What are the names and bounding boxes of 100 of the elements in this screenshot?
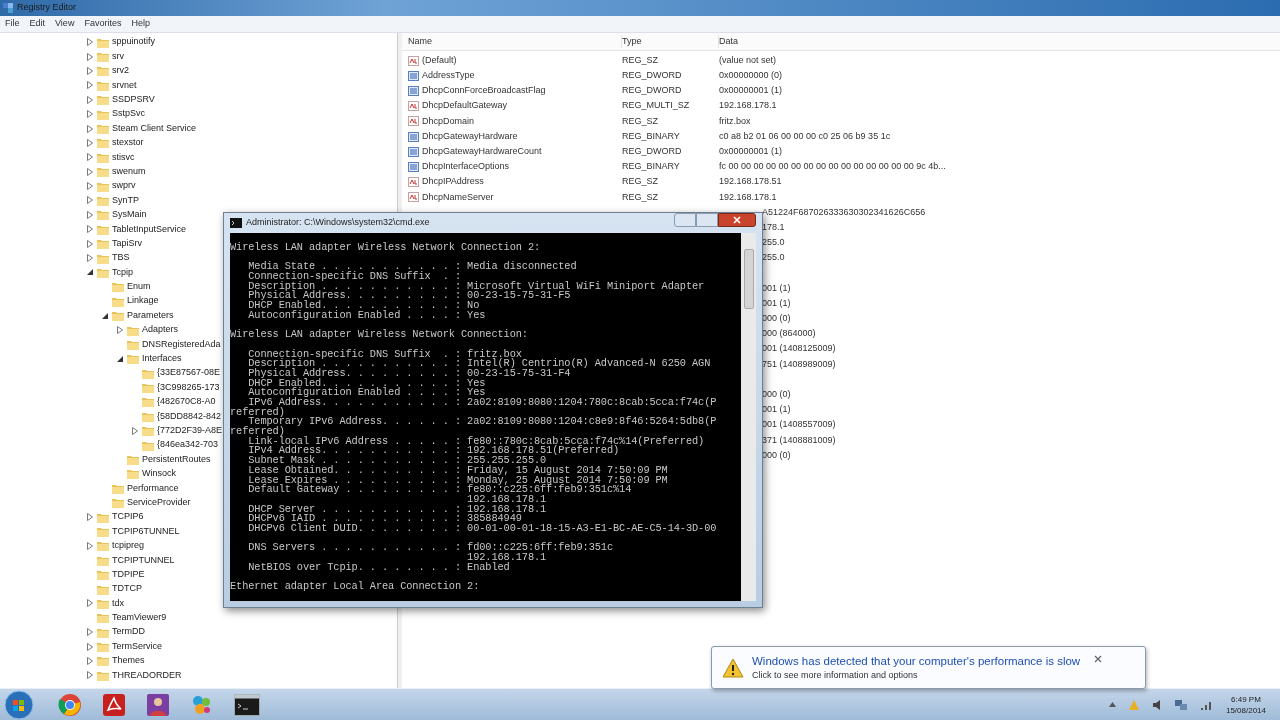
tree-item[interactable]: {846ea342-703: [157, 438, 219, 452]
tree-item[interactable]: TermDD: [112, 625, 145, 639]
expand-arrow-icon[interactable]: [86, 671, 94, 680]
tree-item[interactable]: SysMain: [112, 208, 147, 222]
expand-arrow-icon[interactable]: [131, 426, 139, 435]
expand-arrow-icon[interactable]: [86, 124, 94, 133]
expand-arrow-icon[interactable]: [86, 110, 94, 119]
menu-item[interactable]: View: [55, 17, 75, 31]
tree-item[interactable]: Linkage: [127, 294, 159, 308]
value-name[interactable]: DhcpGatewayHardwareCount: [422, 144, 542, 159]
tree-item[interactable]: Enum: [127, 280, 151, 294]
value-name[interactable]: (Default): [422, 53, 457, 68]
tree-item[interactable]: swenum: [112, 164, 146, 179]
tree-item[interactable]: TCPIPTUNNEL: [112, 553, 175, 567]
expand-arrow-icon[interactable]: [86, 66, 94, 75]
tree-item[interactable]: Tcpip: [112, 265, 133, 280]
tree-item[interactable]: SSDPSRV: [112, 93, 155, 107]
expand-arrow-icon[interactable]: [86, 182, 94, 191]
expand-arrow-icon[interactable]: [116, 326, 124, 334]
expand-arrow-icon[interactable]: [86, 52, 94, 61]
command-prompt-icon[interactable]: [234, 693, 260, 716]
speaker-icon[interactable]: [1151, 698, 1162, 711]
tree-item[interactable]: PersistentRoutes: [142, 452, 211, 467]
expand-arrow-icon[interactable]: [86, 196, 94, 205]
expand-arrow-icon[interactable]: [86, 210, 94, 219]
tree-item[interactable]: TDTCP: [112, 582, 142, 596]
close-icon[interactable]: [1094, 655, 1103, 663]
collapse-arrow-icon[interactable]: [101, 311, 109, 320]
tree-item[interactable]: srv2: [112, 64, 129, 78]
expand-arrow-icon[interactable]: [86, 38, 94, 47]
menu-item[interactable]: Help: [131, 17, 150, 31]
tree-item[interactable]: Interfaces: [142, 352, 182, 366]
menu-item[interactable]: Edit: [29, 17, 46, 31]
tree-item[interactable]: {482670C8-A0: [157, 395, 216, 409]
collapse-arrow-icon[interactable]: [86, 268, 94, 277]
tree-item[interactable]: TeamViewer9: [112, 611, 167, 625]
tree-item[interactable]: {772D2F39-A8E: [157, 424, 223, 438]
close-button[interactable]: [718, 213, 756, 227]
tree-item[interactable]: TapiSrv: [112, 236, 142, 251]
tree-item[interactable]: TCPIP6TUNNEL: [112, 524, 180, 539]
expand-arrow-icon[interactable]: [86, 239, 94, 248]
menu-item[interactable]: File: [5, 17, 20, 31]
notification-balloon[interactable]: Windows has detected that your computer's performance is slow Click to see more information and options: [711, 646, 1146, 689]
browser-icon[interactable]: [58, 692, 82, 717]
expand-arrow-icon[interactable]: [86, 138, 94, 147]
tree-item[interactable]: SynTP: [112, 193, 139, 208]
tree-item[interactable]: {3C998265-173: [157, 380, 220, 395]
clock[interactable]: 6:49 PM 15/08/2014: [1225, 693, 1266, 716]
value-name[interactable]: DhcpIPAddress: [422, 175, 484, 189]
tree-item[interactable]: Parameters: [127, 308, 174, 323]
value-name[interactable]: DhcpGatewayHardware: [422, 129, 518, 144]
tree-item[interactable]: ServiceProvider: [127, 495, 191, 510]
expand-arrow-icon[interactable]: [86, 225, 94, 234]
network-icon[interactable]: [1173, 698, 1188, 711]
show-hidden-icons-icon[interactable]: [1108, 702, 1116, 707]
tree-item[interactable]: {58DD8842-842: [157, 409, 222, 424]
expand-arrow-icon[interactable]: [86, 153, 94, 162]
expand-arrow-icon[interactable]: [86, 628, 94, 637]
tree-item[interactable]: SstpSvc: [112, 107, 145, 121]
value-name[interactable]: AddressType: [422, 69, 475, 83]
value-name[interactable]: DhcpConnForceBroadcastFlag: [422, 84, 546, 98]
collapse-arrow-icon[interactable]: [116, 354, 124, 363]
value-name[interactable]: DhcpInterfaceOptions: [422, 160, 510, 174]
tree-item[interactable]: TBS: [112, 251, 130, 265]
start-button[interactable]: [4, 689, 34, 720]
tree-item[interactable]: DNSRegisteredAda: [142, 337, 221, 352]
tree-item[interactable]: Adapters: [142, 323, 179, 337]
tree-item[interactable]: stisvc: [112, 150, 135, 165]
value-name[interactable]: DhcpNameServer: [422, 190, 494, 205]
column-heading[interactable]: Data: [718, 34, 958, 49]
tree-item[interactable]: {33E87567-08E: [157, 366, 221, 380]
menu-item[interactable]: Favorites: [84, 17, 122, 31]
tree-item[interactable]: stexstor: [112, 136, 144, 150]
person-icon[interactable]: [146, 692, 170, 717]
column-heading[interactable]: Name: [402, 34, 622, 49]
tree-item[interactable]: Winsock: [142, 467, 176, 481]
column-heading[interactable]: Type: [621, 34, 718, 49]
tree-item[interactable]: sppuinotify: [112, 35, 156, 49]
tree-item[interactable]: tdx: [112, 596, 124, 611]
scrollbar[interactable]: [741, 233, 756, 601]
tree-item[interactable]: THREADORDER: [112, 668, 182, 683]
value-name[interactable]: DhcpDefaultGateway: [422, 99, 508, 113]
tree-item[interactable]: tcpipreg: [112, 539, 145, 553]
tree-item[interactable]: srv: [112, 49, 124, 64]
maximize-button[interactable]: [696, 213, 718, 227]
tree-item[interactable]: srvnet: [112, 78, 137, 93]
expand-arrow-icon[interactable]: [86, 657, 94, 665]
tree-item[interactable]: TCPIP6: [112, 510, 144, 524]
expand-arrow-icon[interactable]: [86, 642, 94, 651]
value-name[interactable]: DhcpDomain: [422, 114, 475, 129]
expand-arrow-icon[interactable]: [86, 599, 94, 608]
tree-item[interactable]: Performance: [127, 481, 179, 496]
expand-arrow-icon[interactable]: [86, 167, 94, 176]
expand-arrow-icon[interactable]: [86, 81, 94, 90]
tree-item[interactable]: TermService: [112, 639, 162, 654]
expand-arrow-icon[interactable]: [86, 541, 94, 550]
tree-item[interactable]: TabletInputService: [112, 222, 187, 236]
pdf-icon[interactable]: [102, 692, 126, 717]
tree-item[interactable]: swprv: [112, 179, 136, 193]
tree-item[interactable]: Steam Client Service: [112, 121, 197, 136]
